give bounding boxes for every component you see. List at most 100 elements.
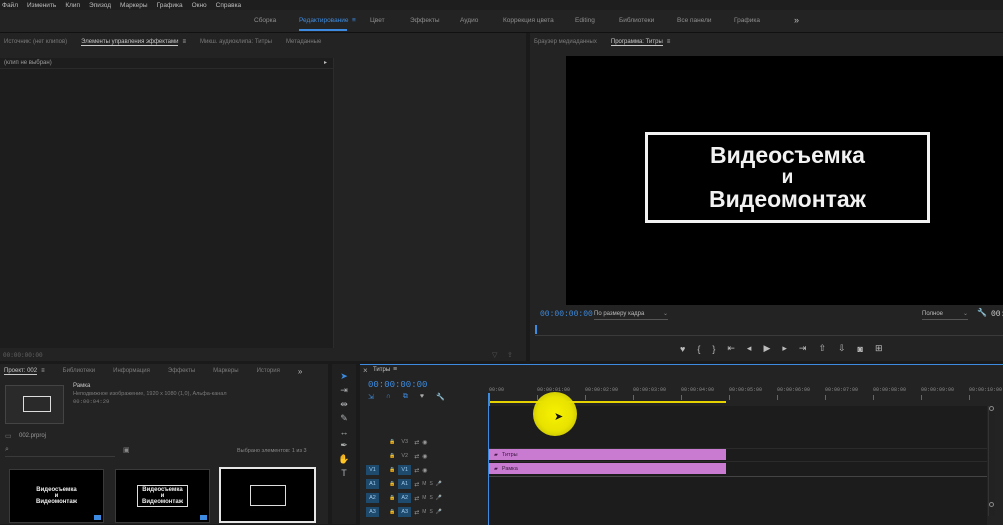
sync-lock-icon[interactable]: ⇄ — [414, 481, 419, 488]
workspace-libraries[interactable]: Библиотеки — [619, 17, 654, 24]
selection-tool-icon[interactable]: ➤ — [340, 371, 348, 382]
add-marker-icon[interactable]: ♥ — [680, 344, 685, 354]
lock-icon[interactable]: 🔒 — [389, 467, 395, 473]
track-source-target[interactable]: A1 — [366, 479, 379, 489]
track-source-target[interactable]: V1 — [366, 465, 379, 475]
go-to-out-icon[interactable]: ⇥ — [799, 343, 807, 354]
sync-lock-icon[interactable]: ⇄ — [414, 495, 419, 502]
menu-graphics[interactable]: Графика — [157, 2, 183, 9]
solo-button[interactable]: S — [429, 481, 432, 487]
close-tab-icon[interactable]: × — [363, 366, 368, 375]
mute-button[interactable]: M — [422, 481, 426, 487]
track-source-target[interactable] — [366, 451, 379, 461]
project-more-icon[interactable]: » — [298, 367, 302, 376]
menu-sequence[interactable]: Эпизод — [89, 2, 111, 9]
track-name[interactable]: A2 — [398, 493, 412, 503]
solo-button[interactable]: S — [429, 509, 432, 515]
nest-icon[interactable]: ⇲ — [368, 393, 374, 401]
mute-button[interactable]: M — [422, 509, 426, 515]
track-source-target[interactable]: A2 — [366, 493, 379, 503]
timeline-clip[interactable]: ▰ Рамка — [489, 463, 726, 474]
mute-button[interactable]: M — [422, 495, 426, 501]
workspace-assembly[interactable]: Сборка — [254, 17, 276, 24]
lift-icon[interactable]: ⇧ — [818, 343, 826, 354]
eye-icon[interactable]: ◉ — [422, 467, 427, 474]
type-tool-icon[interactable]: T — [341, 468, 347, 478]
mark-out-icon[interactable]: } — [712, 344, 715, 354]
lock-icon[interactable]: 🔒 — [389, 439, 395, 445]
workspace-color-correction[interactable]: Коррекция цвета — [503, 17, 554, 24]
sync-lock-icon[interactable]: ⇄ — [414, 439, 419, 446]
tab-source[interactable]: Источник: (нет клипов) — [4, 39, 67, 45]
tab-metadata[interactable]: Метаданные — [286, 39, 321, 45]
tab-libraries[interactable]: Библиотеки — [63, 368, 96, 374]
sync-lock-icon[interactable]: ⇄ — [414, 467, 419, 474]
button-editor-icon[interactable]: ⊞ — [875, 343, 883, 354]
tab-history[interactable]: История — [257, 368, 280, 374]
track-name[interactable]: V3 — [398, 437, 411, 447]
timeline-settings-icon[interactable]: 🔧 — [436, 393, 445, 401]
program-scrubber[interactable] — [535, 325, 1003, 336]
menu-help[interactable]: Справка — [216, 2, 242, 9]
workspace-all-panels[interactable]: Все панели — [677, 17, 712, 24]
menu-markers[interactable]: Маркеры — [120, 2, 148, 9]
eye-icon[interactable]: ◉ — [422, 453, 427, 460]
menu-file[interactable]: Файл — [2, 2, 18, 9]
timeline-clip[interactable]: ▰ Титры — [489, 449, 726, 460]
menu-edit[interactable]: Изменить — [27, 2, 56, 9]
monitor-menu-icon[interactable]: ≡ — [667, 39, 671, 45]
panel-menu-icon[interactable]: ≡ — [182, 39, 186, 45]
menu-window[interactable]: Окно — [192, 2, 207, 9]
work-area-bar[interactable] — [489, 401, 726, 403]
project-item-titles-graphic-thumbnail[interactable]: Видеосъемка и Видеомонтаж — [115, 469, 210, 523]
project-menu-icon[interactable]: ≡ — [41, 368, 45, 374]
expand-arrow-icon[interactable]: ▸ — [324, 59, 327, 66]
mic-icon[interactable]: 🎤 — [436, 481, 442, 487]
workspace-more-icon[interactable]: » — [794, 15, 799, 25]
workspace-effects[interactable]: Эффекты — [410, 17, 440, 24]
project-item-titles-thumbnail[interactable]: Видеосъемка и Видеомонтаж — [9, 469, 104, 523]
tab-media-browser[interactable]: Браузер медиаданных — [534, 39, 597, 45]
export-icon[interactable]: ⇪ — [507, 351, 513, 359]
quality-dropdown[interactable]: Полное ⌄ — [922, 308, 968, 320]
tab-markers[interactable]: Маркеры — [213, 368, 238, 374]
pen-tool-icon[interactable]: ✒ — [340, 440, 348, 451]
track-name[interactable]: A1 — [398, 479, 412, 489]
fit-dropdown[interactable]: По размеру кадра ⌄ — [594, 308, 668, 320]
timeline-tab[interactable]: Титры — [373, 367, 390, 373]
timeline-menu-icon[interactable]: ≡ — [393, 366, 397, 373]
lock-icon[interactable]: 🔒 — [389, 495, 395, 501]
scroll-handle-bottom[interactable] — [989, 502, 994, 507]
workspace-color[interactable]: Цвет — [370, 17, 385, 24]
timeline-vertical-scrollbar[interactable] — [988, 406, 995, 516]
lock-icon[interactable]: 🔒 — [389, 481, 395, 487]
scroll-handle-top[interactable] — [989, 406, 994, 411]
extract-icon[interactable]: ⇩ — [838, 343, 846, 354]
slip-tool-icon[interactable]: ↔ — [340, 427, 349, 437]
track-source-target[interactable] — [366, 437, 379, 447]
wrench-icon[interactable]: 🔧 — [977, 308, 987, 317]
hand-tool-icon[interactable]: ✋ — [338, 454, 349, 465]
solo-button[interactable]: S — [429, 495, 432, 501]
tab-program[interactable]: Программа: Титры — [610, 39, 663, 46]
workspace-graphics[interactable]: Графика — [734, 17, 760, 24]
workspace-editing-en[interactable]: Editing — [575, 17, 595, 24]
filter-icon[interactable]: ▽ — [492, 351, 497, 359]
tab-project[interactable]: Проект: 002 — [4, 368, 38, 375]
ripple-edit-tool-icon[interactable]: ⇹ — [340, 399, 348, 410]
step-back-icon[interactable]: ◂ — [747, 343, 752, 354]
eye-icon[interactable]: ◉ — [422, 439, 427, 446]
program-timecode[interactable]: 00:00:00:00 — [540, 310, 593, 319]
project-item-frame-thumbnail-selected[interactable] — [219, 467, 316, 523]
track-source-target[interactable]: A3 — [366, 507, 379, 517]
track-select-tool-icon[interactable]: ⇥ — [340, 385, 348, 396]
lock-icon[interactable]: 🔒 — [389, 453, 395, 459]
track-name[interactable]: V1 — [398, 465, 412, 475]
sync-lock-icon[interactable]: ⇄ — [414, 509, 419, 516]
new-bin-icon[interactable]: ▣ — [123, 446, 130, 454]
tab-effect-controls[interactable]: Элементы управления эффектами — [81, 39, 179, 46]
program-video-frame[interactable]: Видеосъемка и Видеомонтаж — [566, 56, 1003, 305]
mic-icon[interactable]: 🎤 — [436, 495, 442, 501]
menu-clip[interactable]: Клип — [65, 2, 80, 9]
playhead-marker[interactable] — [535, 325, 537, 334]
